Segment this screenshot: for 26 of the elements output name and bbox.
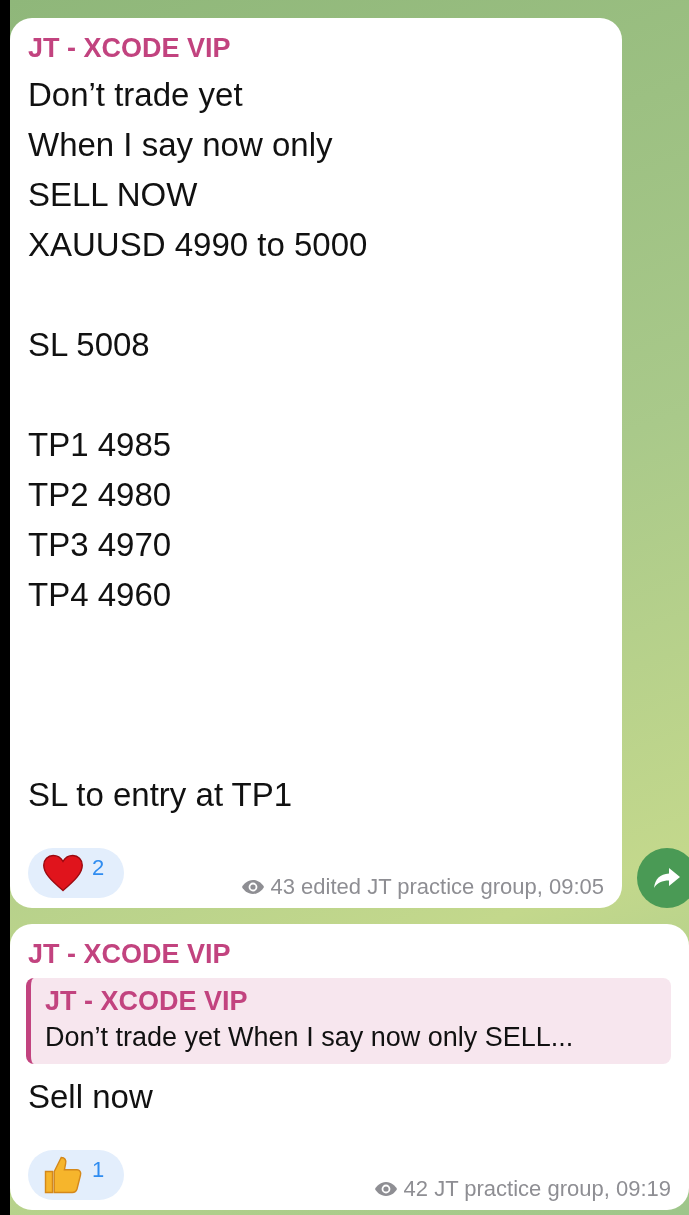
reaction-chip[interactable]: 2	[28, 848, 125, 898]
quoted-text: Don’t trade yet When I say now only SELL...	[45, 1021, 575, 1054]
heart-icon	[42, 853, 84, 893]
sender-name: JT - XCODE VIP	[28, 938, 232, 970]
message-line: SL to entry at TP1	[28, 775, 294, 815]
reply-quote[interactable]: JT - XCODE VIP Don’t trade yet When I say now only SELL...	[26, 978, 671, 1064]
message-line: TP1 4985	[28, 425, 173, 465]
quoted-sender: JT - XCODE VIP	[45, 985, 249, 1018]
message-line: TP3 4970	[28, 525, 173, 565]
message-meta: 42 JT practice group, 09:19	[403, 1176, 671, 1202]
thumbs-up-icon	[42, 1154, 84, 1196]
message-line: SELL NOW	[28, 175, 199, 215]
share-arrow-icon	[653, 866, 681, 890]
sender-name: JT - XCODE VIP	[28, 32, 232, 64]
message-line: When I say now only	[28, 125, 334, 165]
forward-button[interactable]	[637, 848, 689, 908]
message-line: TP2 4980	[28, 475, 173, 515]
message-line: TP4 4960	[28, 575, 173, 615]
message-meta: 43 edited JT practice group, 09:05	[270, 874, 604, 900]
reaction-chip[interactable]: 1	[28, 1150, 125, 1200]
eye-icon	[240, 879, 265, 895]
message-line: Sell now	[28, 1077, 154, 1117]
eye-icon	[373, 1181, 398, 1197]
message-line: Don’t trade yet	[28, 75, 244, 115]
message-line: XAUUSD 4990 to 5000	[28, 225, 369, 265]
message-line: SL 5008	[28, 325, 151, 365]
